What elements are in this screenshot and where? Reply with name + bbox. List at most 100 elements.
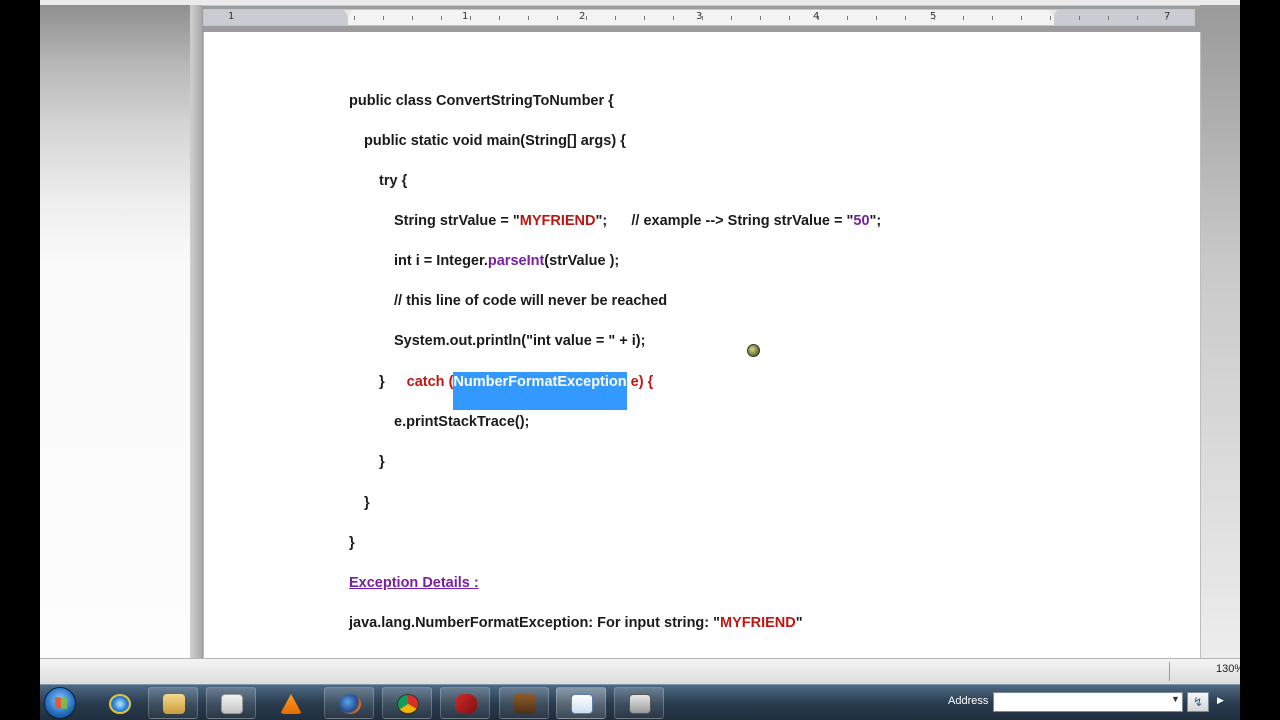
ruler-tick [1137, 16, 1138, 20]
exception-text: " [795, 615, 803, 631]
catch-keyword: catch ( [406, 374, 454, 390]
ruler-tick [905, 16, 906, 20]
archive-taskbar-button[interactable] [499, 687, 549, 719]
taskbar: Address ▼ ↯ ▶ [40, 684, 1240, 720]
chevron-right-icon[interactable]: ▶ [1217, 695, 1224, 706]
code-line-1: public class ConvertStringToNumber { [349, 93, 614, 109]
code-line-5: int i = Integer.parseInt(strValue ); [394, 253, 619, 269]
ruler-tick [847, 16, 848, 20]
windows-logo-icon [55, 697, 67, 709]
ruler-tick [557, 16, 558, 20]
start-button[interactable] [44, 687, 76, 719]
chevron-down-icon[interactable]: ▼ [1171, 694, 1180, 704]
ruler-number: 1 [228, 11, 235, 22]
method-name: parseInt [487, 253, 545, 269]
code-line-9: e.printStackTrace(); [394, 414, 530, 430]
zoom-level[interactable]: 130% [1216, 663, 1240, 675]
status-separator [1169, 662, 1170, 681]
explorer-taskbar-button[interactable] [148, 687, 198, 719]
ruler-tick [1166, 16, 1167, 20]
app-taskbar-button[interactable] [440, 687, 490, 719]
code-line-11: } [364, 495, 370, 511]
ruler-tick [1021, 16, 1022, 20]
exception-text: java.lang.NumberFormatException: For inp… [349, 615, 721, 631]
horizontal-ruler[interactable]: 1 1 2 3 4 5 7 [203, 9, 1195, 26]
number-literal: 50 [853, 213, 870, 229]
mouse-cursor-icon [747, 344, 760, 357]
ruler-tick [1108, 16, 1109, 20]
ruler-left-margin [204, 10, 348, 25]
ie-icon [109, 694, 131, 714]
media-player-icon [221, 694, 243, 714]
document-page[interactable]: public class ConvertStringToNumber { pub… [203, 32, 1201, 658]
workspace-right [1200, 5, 1240, 658]
code-line-12: } [349, 535, 355, 551]
ruler-tick [760, 16, 761, 20]
exception-input: MYFRIEND [720, 615, 796, 631]
code-line-4: String strValue = "MYFRIEND"; // example… [394, 213, 881, 229]
ruler-tick [586, 16, 587, 20]
ruler-tick [731, 16, 732, 20]
ruler-tick [789, 16, 790, 20]
address-input[interactable] [993, 692, 1183, 712]
archive-icon [514, 694, 536, 714]
code-line-10: } [379, 454, 385, 470]
code-line-7: System.out.println("int value = " + i); [394, 333, 646, 349]
code-text: "; [869, 213, 882, 229]
catch-variable: e) { [626, 374, 654, 390]
ruler-tick [1050, 16, 1051, 20]
code-text: } [379, 374, 385, 390]
ruler-tick [673, 16, 674, 20]
ruler-tick [499, 16, 500, 20]
ruler-tick [615, 16, 616, 20]
code-line-2: public static void main(String[] args) { [364, 133, 626, 149]
document-icon [571, 694, 593, 714]
ruler-tick [934, 16, 935, 20]
ruler-tick [876, 16, 877, 20]
code-text: (strValue ); [544, 253, 620, 269]
firefox-icon [339, 694, 361, 714]
ruler-tick [702, 16, 703, 20]
floppy-icon [629, 694, 651, 714]
ruler-tick [818, 16, 819, 20]
media-taskbar-button[interactable] [206, 687, 256, 719]
workspace-left [40, 5, 198, 658]
word-taskbar-button[interactable] [556, 687, 606, 719]
ruler-tick [470, 16, 471, 20]
vertical-ruler [190, 5, 202, 658]
chrome-icon [397, 694, 419, 714]
vlc-cone-icon [280, 694, 302, 714]
ruler-tick [383, 16, 384, 20]
go-button[interactable]: ↯ [1187, 692, 1209, 712]
other-taskbar-button[interactable] [614, 687, 664, 719]
ruler-tick [354, 16, 355, 20]
desktop-screen: 1 1 2 3 4 5 7 public class ConvertString… [40, 0, 1240, 720]
exception-message: java.lang.NumberFormatException: For inp… [349, 615, 803, 631]
address-label: Address [948, 695, 989, 707]
firefox-taskbar-button[interactable] [324, 687, 374, 719]
status-bar: 130% [40, 658, 1240, 685]
code-text: int i = Integer. [394, 253, 488, 269]
folder-icon [163, 694, 185, 714]
ruler-right-margin [1054, 10, 1194, 25]
ruler-number: 7 [1164, 11, 1171, 22]
ruler-tick [644, 16, 645, 20]
ruler-tick [963, 16, 964, 20]
code-text: "; // example --> String strValue = " [595, 213, 854, 229]
ruler-tick [441, 16, 442, 20]
ruler-number: 2 [579, 11, 586, 22]
code-line-3: try { [379, 173, 408, 189]
chrome-taskbar-button[interactable] [382, 687, 432, 719]
red-app-icon [455, 694, 477, 714]
ruler-number: 1 [462, 11, 469, 22]
code-line-6: // this line of code will never be reach… [394, 293, 668, 309]
ruler-tick [1079, 16, 1080, 20]
ie-taskbar-button[interactable] [94, 687, 144, 719]
vlc-taskbar-button[interactable] [265, 687, 315, 719]
ruler-tick [412, 16, 413, 20]
code-text: String strValue = " [394, 213, 520, 229]
first-line-indent-marker[interactable] [344, 10, 352, 16]
exception-heading: Exception Details : [349, 575, 479, 591]
ruler-tick [992, 16, 993, 20]
selected-text[interactable]: NumberFormatException [453, 372, 627, 410]
